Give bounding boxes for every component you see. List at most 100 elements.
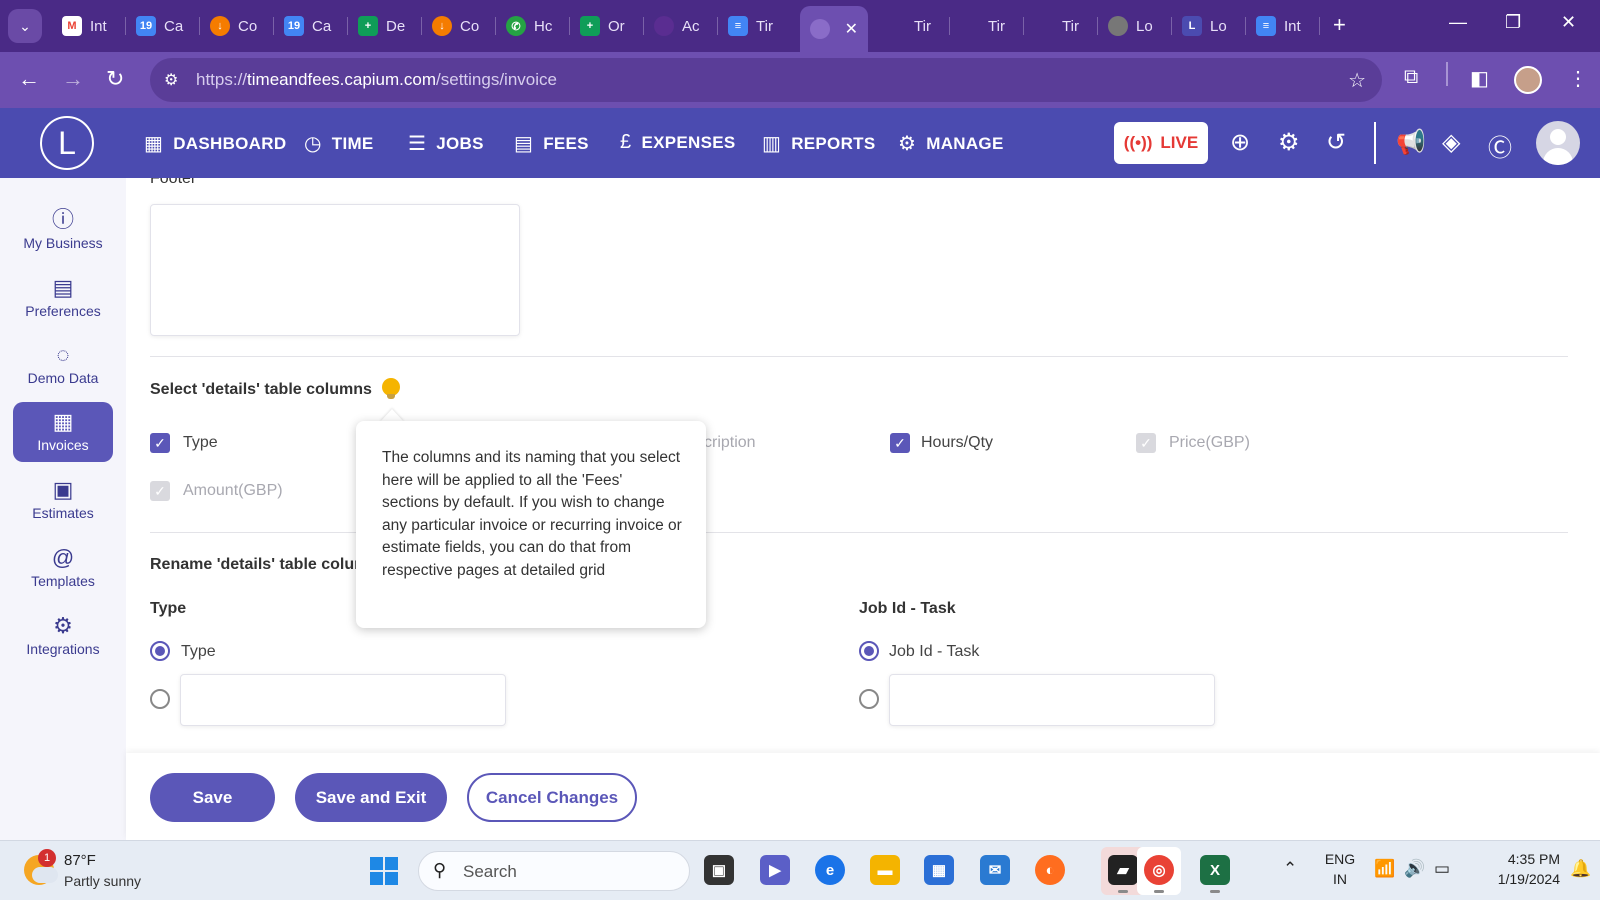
volume-icon[interactable]: 🔊 — [1404, 859, 1425, 879]
browser-tab[interactable]: Tir — [950, 8, 1024, 44]
teams-icon[interactable]: ▶ — [760, 855, 790, 885]
add-icon[interactable]: ⊕ — [1230, 128, 1250, 157]
browser-menu-icon[interactable]: ⋮ — [1568, 66, 1588, 91]
rename-job-task-default-label: Job Id - Task — [889, 643, 980, 660]
column-type-checkbox[interactable]: ✓ — [150, 433, 170, 453]
new-tab-icon[interactable]: + — [1333, 12, 1346, 38]
browser-profile-avatar[interactable] — [1514, 66, 1542, 94]
rename-job-task-custom-radio[interactable] — [859, 689, 879, 709]
app-logo[interactable]: L — [40, 116, 94, 170]
columns-info-tooltip: The columns and its naming that you sele… — [356, 421, 706, 628]
browser-tab[interactable]: L Lo — [1172, 8, 1246, 44]
nav-fees[interactable]: ▤ FEES — [514, 131, 589, 156]
task-view-icon[interactable]: ▣ — [704, 855, 734, 885]
user-avatar[interactable] — [1536, 121, 1580, 165]
url-bar[interactable]: ⚙ https://timeandfees.capium.com/setting… — [150, 58, 1382, 102]
browser-tab[interactable]: 19 Ca — [274, 8, 348, 44]
browser-tab[interactable]: Lo — [1098, 8, 1172, 44]
tab-search-button[interactable]: ⌄ — [8, 9, 42, 43]
browser-tab[interactable]: + Or — [570, 8, 644, 44]
footer-textarea[interactable] — [150, 204, 520, 336]
mail-icon[interactable]: ✉ — [980, 855, 1010, 885]
sidebar-item-demo-data[interactable]: ◌ Demo Data — [13, 335, 113, 395]
excel-icon[interactable]: X — [1200, 855, 1230, 893]
sidebar-item-preferences[interactable]: ▤ Preferences — [13, 268, 113, 328]
site-info-icon[interactable]: ⚙ — [164, 70, 178, 90]
taskbar-search[interactable]: ⚲ Search — [418, 851, 690, 891]
browser-tab[interactable]: 19 Ca — [126, 8, 200, 44]
cancel-changes-button[interactable]: Cancel Changes — [467, 773, 637, 822]
firefox-icon[interactable]: ◐ — [1035, 855, 1065, 885]
close-tab-icon[interactable]: ✕ — [845, 19, 858, 39]
chrome-icon[interactable]: ◎ — [1144, 855, 1174, 893]
file-explorer-icon[interactable]: ▬ — [870, 855, 900, 885]
sticky-notes-icon[interactable]: ▰ — [1108, 855, 1138, 893]
back-icon[interactable]: ← — [18, 66, 40, 92]
browser-tab[interactable]: Ac — [644, 8, 718, 44]
edge-icon[interactable]: e — [815, 855, 845, 885]
browser-tab[interactable]: ↓ Co — [422, 8, 496, 44]
rename-type-custom-radio[interactable] — [150, 689, 170, 709]
show-hidden-icons-chevron-icon[interactable]: ⌃ — [1283, 859, 1297, 879]
save-button[interactable]: Save — [150, 773, 275, 822]
windows-start-icon[interactable] — [370, 857, 398, 885]
notifications-bell-icon[interactable]: 🔔 — [1570, 859, 1591, 879]
lightbulb-icon[interactable] — [382, 378, 400, 399]
sidebar-item-templates[interactable]: @ Templates — [13, 538, 113, 598]
live-button[interactable]: ((•)) LIVE — [1114, 122, 1208, 164]
bookmark-star-icon[interactable]: ☆ — [1348, 68, 1366, 93]
nav-expenses[interactable]: £ EXPENSES — [620, 131, 736, 154]
announcement-icon[interactable]: 📢 — [1396, 128, 1426, 157]
browser-tab[interactable]: M Int — [52, 8, 126, 44]
nav-jobs[interactable]: ☰ JOBS — [408, 131, 484, 156]
language-region[interactable]: IN — [1320, 871, 1360, 887]
pound-icon: £ — [620, 131, 632, 153]
weather-description[interactable]: Partly sunny — [64, 873, 141, 889]
weather-temperature[interactable]: 87°F — [64, 852, 96, 869]
switch-app-icon[interactable]: ◈ — [1442, 128, 1460, 157]
sheets-icon: + — [580, 16, 600, 36]
browser-tab[interactable]: ✆ Hc — [496, 8, 570, 44]
notification-badge: 1 — [38, 849, 56, 867]
browser-tab[interactable]: + De — [348, 8, 422, 44]
rename-type-input[interactable] — [180, 674, 506, 726]
rename-job-task-default-radio[interactable] — [859, 641, 879, 661]
docs-icon: ≡ — [728, 16, 748, 36]
clock-date[interactable]: 1/19/2024 — [1470, 871, 1560, 887]
browser-tab[interactable]: ↓ Co — [200, 8, 274, 44]
browser-tab[interactable]: Tir — [1024, 8, 1098, 44]
side-panel-icon[interactable]: ◧ — [1470, 66, 1489, 91]
clock-time[interactable]: 4:35 PM — [1470, 851, 1560, 867]
nav-time[interactable]: ◷ TIME — [304, 131, 374, 156]
store-icon[interactable]: ▦ — [924, 855, 954, 885]
sidebar-item-invoices[interactable]: ▦ Invoices — [13, 402, 113, 462]
language-indicator[interactable]: ENG — [1320, 851, 1360, 867]
browser-tab[interactable]: ≡ Tir — [718, 8, 792, 44]
browser-tab[interactable]: Tir — [876, 8, 950, 44]
nav-reports[interactable]: ▥ REPORTS — [762, 131, 875, 156]
sidebar-item-my-business[interactable]: ⓘ My Business — [13, 200, 113, 260]
restore-icon[interactable]: ❐ — [1505, 12, 1521, 33]
column-hours-qty-checkbox[interactable]: ✓ — [890, 433, 910, 453]
browser-tab[interactable]: ≡ Int — [1246, 8, 1320, 44]
sidebar-item-estimates[interactable]: ▣ Estimates — [13, 470, 113, 530]
nav-dashboard[interactable]: ▦ DASHBOARD — [144, 131, 286, 156]
forward-icon[interactable]: → — [62, 66, 84, 92]
extensions-icon[interactable]: ⧉ — [1404, 66, 1418, 89]
minimize-icon[interactable]: — — [1449, 12, 1467, 33]
nav-manage[interactable]: ⚙ MANAGE — [898, 131, 1004, 156]
battery-icon[interactable]: ▭ — [1434, 859, 1450, 879]
browser-tab-active[interactable]: ✕ — [800, 6, 868, 52]
capium-c-icon[interactable]: Ⓒ — [1488, 128, 1512, 163]
url-text[interactable]: https://timeandfees.capium.com/settings/… — [196, 70, 557, 90]
history-icon[interactable]: ↺ — [1326, 128, 1346, 157]
close-window-icon[interactable]: ✕ — [1561, 12, 1576, 33]
save-and-exit-button[interactable]: Save and Exit — [295, 773, 447, 822]
rename-job-task-input[interactable] — [889, 674, 1215, 726]
reload-icon[interactable]: ↻ — [106, 66, 124, 92]
rename-type-default-radio[interactable] — [150, 641, 170, 661]
settings-gear-icon[interactable]: ⚙ — [1278, 128, 1300, 157]
document-icon: ▤ — [514, 133, 534, 155]
wifi-icon[interactable]: 📶 — [1374, 859, 1395, 879]
sidebar-item-integrations[interactable]: ⚙ Integrations — [13, 606, 113, 666]
